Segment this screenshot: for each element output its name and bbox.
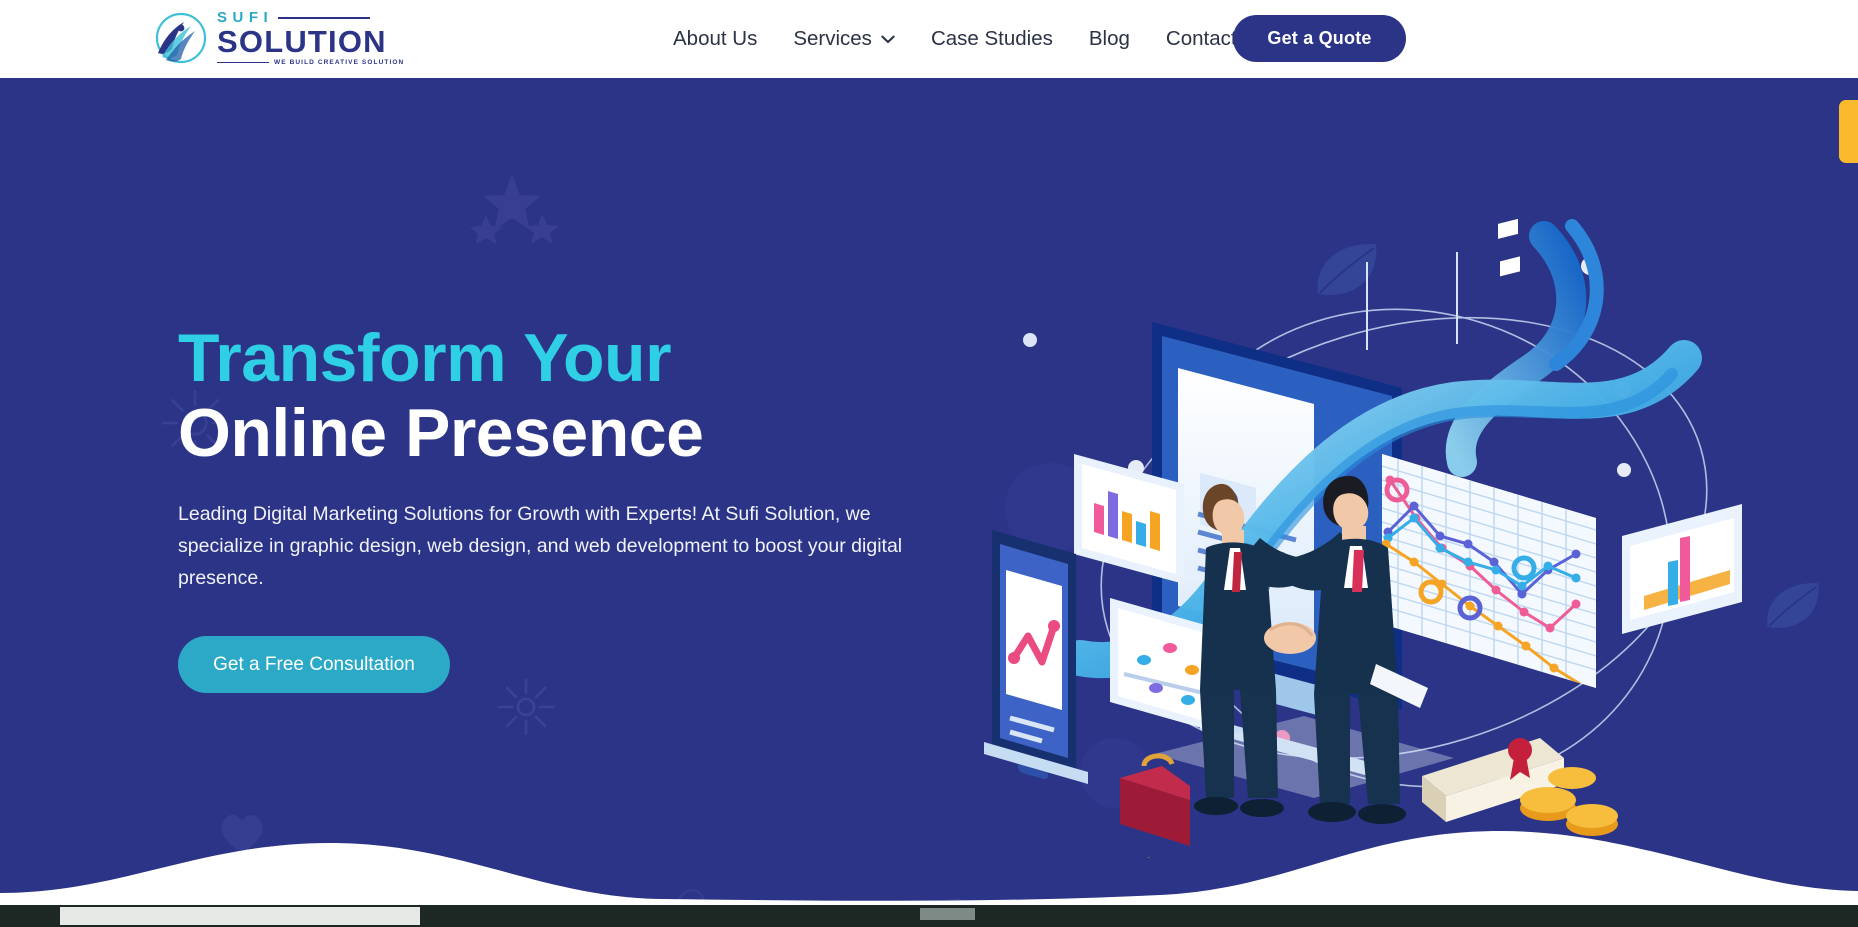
logo-wordmark: SUFI SOLUTION WE BUILD CREATIVE SOLUTION [217, 10, 404, 66]
stars-cluster-decoration [470, 173, 562, 243]
main-navigation: About Us Services Case Studies Blog Cont… [655, 0, 1285, 78]
bottom-bar-segment-left [60, 907, 420, 925]
histogram-card [1622, 504, 1742, 634]
nav-about-us-label: About Us [673, 27, 758, 50]
browser-bottom-bar [0, 905, 1858, 927]
logo[interactable]: SUFI SOLUTION WE BUILD CREATIVE SOLUTION [148, 9, 404, 67]
nav-blog[interactable]: Blog [1071, 27, 1148, 51]
hero-illustration [984, 218, 1814, 858]
site-header: SUFI SOLUTION WE BUILD CREATIVE SOLUTION… [0, 0, 1858, 78]
hero-paragraph: Leading Digital Marketing Solutions for … [178, 503, 903, 589]
headline-line-2: Online Presence [178, 394, 704, 471]
nav-case-studies-label: Case Studies [930, 27, 1053, 50]
nav-services[interactable]: Services [775, 27, 913, 51]
logo-rule-top [278, 16, 371, 19]
nav-case-studies[interactable]: Case Studies [913, 27, 1071, 51]
get-a-quote-button[interactable]: Get a Quote [1233, 15, 1406, 62]
heart-shape-decoration [218, 811, 266, 856]
page-title: Transform Your Online Presence [178, 323, 968, 468]
hero-copy-block: Transform Your Online Presence Leading D… [178, 323, 968, 694]
logo-text-solution: SOLUTION [217, 24, 387, 60]
hero-section: Transform Your Online Presence Leading D… [0, 78, 1858, 927]
sufi-solution-logo-icon [155, 12, 207, 64]
briefcase [1120, 753, 1190, 858]
feedback-side-tab[interactable] [1839, 100, 1858, 163]
chevron-down-icon [881, 35, 895, 43]
get-a-free-consultation-button[interactable]: Get a Free Consultation [178, 636, 450, 694]
bottom-bar-segment-mid [920, 908, 975, 920]
nav-services-label: Services [793, 27, 872, 50]
mobile-device [984, 530, 1088, 784]
headline-line-1: Transform Your [178, 320, 672, 396]
nav-about-us[interactable]: About Us [655, 27, 775, 51]
nav-blog-label: Blog [1088, 27, 1130, 50]
logo-text-sufi: SUFI [217, 9, 274, 27]
logo-tagline: WE BUILD CREATIVE SOLUTION [274, 58, 405, 66]
logo-rule-bottom [217, 61, 269, 63]
